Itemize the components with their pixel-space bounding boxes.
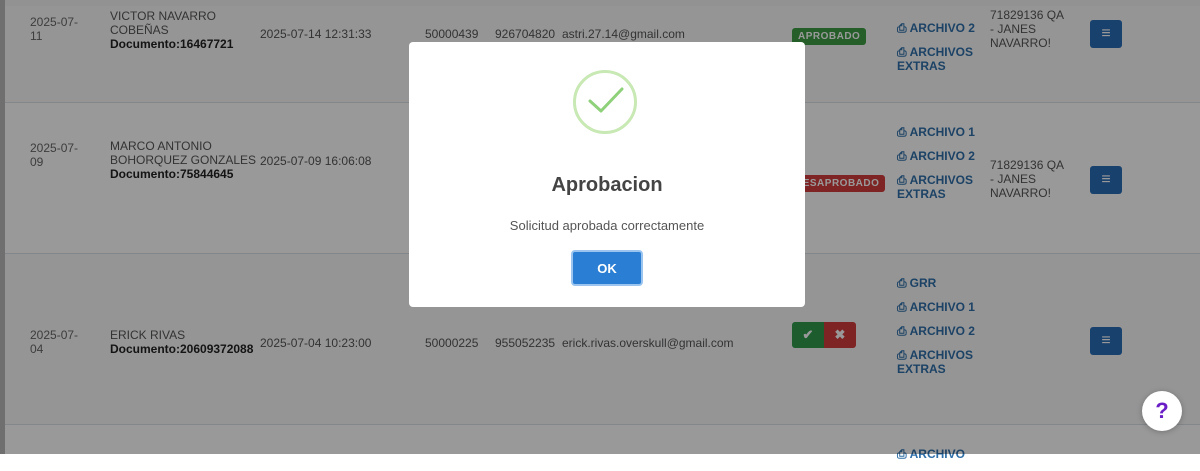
dialog-message: Solicitud aprobada correctamente	[509, 218, 705, 233]
ok-button[interactable]: OK	[571, 250, 643, 286]
question-icon: ?	[1155, 398, 1169, 423]
dialog-title: Aprobacion	[551, 174, 663, 196]
help-button[interactable]: ?	[1142, 391, 1182, 431]
success-check-icon	[573, 70, 637, 134]
approval-dialog: Aprobacion Solicitud aprobada correctame…	[409, 42, 805, 307]
